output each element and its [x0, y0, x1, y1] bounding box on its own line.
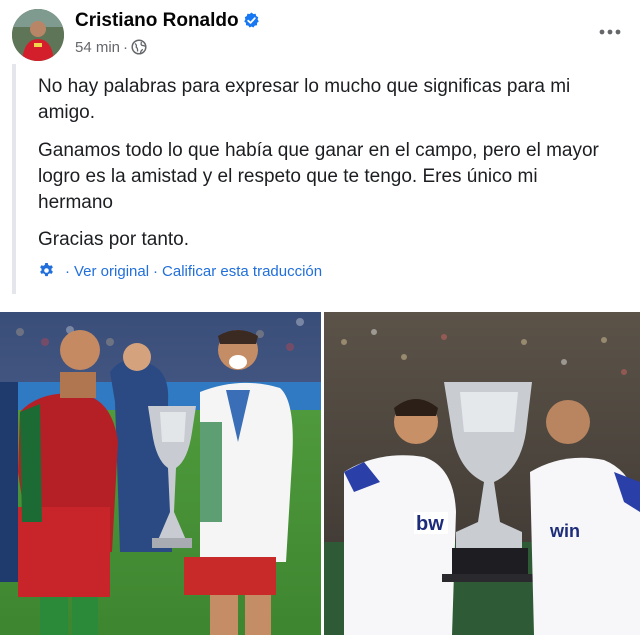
photo-liga-trophy[interactable]: bw win	[324, 312, 640, 635]
avatar[interactable]	[12, 9, 64, 61]
avatar-image	[12, 9, 64, 61]
photo-liga-trophy-image: bw win	[324, 312, 640, 635]
translation-dot-2: ·	[153, 263, 159, 280]
gear-icon[interactable]	[38, 262, 55, 279]
globe-icon	[131, 39, 147, 55]
post-paragraph-3: Gracias por tanto.	[38, 229, 190, 250]
timestamp[interactable]: 54 min	[75, 39, 120, 56]
translation-row: · Ver original · Calificar esta traducción	[38, 262, 322, 282]
photo-euro-trophy[interactable]	[0, 312, 321, 635]
author-name[interactable]: Cristiano Ronaldo	[75, 9, 239, 33]
post-paragraph-2: Ganamos todo lo que había que ganar en e…	[38, 140, 599, 213]
verified-badge-icon	[244, 12, 259, 28]
sponsor-text-left: bw	[416, 513, 444, 535]
rate-translation-link[interactable]: Calificar esta traducción	[162, 263, 322, 280]
post-meta: 54 min ·	[75, 38, 147, 58]
photo-euro-trophy-image	[0, 312, 321, 635]
see-original-link[interactable]: Ver original	[74, 263, 149, 280]
post-text-block: No hay palabras para expresar lo mucho q…	[12, 64, 632, 294]
post-paragraph-1: No hay palabras para expresar lo mucho q…	[38, 76, 571, 123]
translation-dot-1: ·	[65, 263, 70, 280]
sponsor-text-right: win	[549, 521, 580, 541]
post-header: Cristiano Ronaldo 54 min ·	[0, 0, 640, 66]
more-options-icon[interactable]	[597, 24, 623, 40]
meta-separator: ·	[123, 39, 129, 56]
